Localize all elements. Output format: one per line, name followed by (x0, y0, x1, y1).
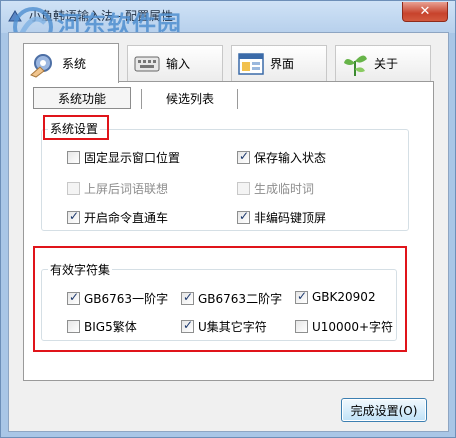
subtab-divider (141, 89, 142, 109)
checkbox-label: 生成临时词 (254, 182, 315, 196)
checkbox-fixed-window-position[interactable]: 固定显示窗口位置 (67, 149, 180, 166)
tab-system-label: 系统 (62, 57, 87, 71)
checkbox-box[interactable] (67, 151, 80, 164)
charset-title: 有效字符集 (48, 261, 113, 278)
checkbox-label: GBK20902 (312, 290, 376, 304)
tab-system[interactable]: 系统 (23, 43, 119, 83)
checkbox-label: 固定显示窗口位置 (84, 151, 181, 165)
checkbox-big5[interactable]: BIG5繁体 (67, 318, 137, 335)
close-button[interactable]: ✕ (402, 2, 448, 22)
checkbox-u10000-plus[interactable]: U10000+字符 (295, 318, 393, 335)
keyboard-icon (134, 56, 160, 71)
checkbox-gbk20902[interactable]: GBK20902 (295, 289, 376, 304)
checkbox-box[interactable] (295, 320, 308, 333)
checkbox-command-shortcut[interactable]: 开启命令直通车 (67, 209, 168, 226)
client-area: 系统 输入 界面 关于 系统功能 候选列表 系统设置 固定显示窗口位置 ✓ 保存… (8, 32, 449, 432)
checkbox-non-code-key-commit[interactable]: 非编码键顶屏 (237, 209, 326, 226)
checkbox-label: 保存输入状态 (254, 151, 327, 165)
checkbox-gb6763-level1[interactable]: GB6763一阶字 (67, 290, 168, 307)
tab-interface[interactable]: 界面 (231, 45, 327, 81)
window-icon (238, 52, 264, 75)
checkbox-box[interactable] (67, 209, 80, 224)
tab-interface-label: 界面 (270, 57, 295, 71)
checkbox-box[interactable] (237, 209, 250, 224)
checkbox-label: U10000+字符 (312, 320, 394, 334)
checkbox-box[interactable] (181, 290, 194, 305)
checkbox-box[interactable] (295, 289, 308, 304)
checkbox-box[interactable] (181, 318, 194, 333)
title-bar[interactable]: 小鱼韩语输入法 - 配置属性 ✕ (1, 1, 455, 33)
window-title: 小鱼韩语输入法 - 配置属性 (29, 9, 173, 23)
tab-about[interactable]: 关于 (335, 45, 431, 81)
checkbox-label: GB6763二阶字 (198, 292, 283, 306)
checkbox-box[interactable] (67, 320, 80, 333)
checkbox-label: 开启命令直通车 (84, 211, 169, 225)
subtab-system-functions[interactable]: 系统功能 (33, 87, 131, 109)
tab-about-label: 关于 (374, 57, 399, 71)
checkbox-word-association[interactable]: 上屏后词语联想 (67, 180, 168, 197)
checkbox-box[interactable] (237, 182, 250, 195)
subtab-candidate-list-label: 候选列表 (165, 91, 214, 106)
checkbox-unicode-other[interactable]: U集其它字符 (181, 318, 267, 335)
subtab-candidate-list[interactable]: 候选列表 (143, 87, 237, 109)
checkbox-gb6763-level2[interactable]: GB6763二阶字 (181, 290, 282, 307)
checkbox-temp-words[interactable]: 生成临时词 (237, 180, 314, 197)
tab-input[interactable]: 输入 (127, 45, 223, 81)
tab-input-label: 输入 (166, 57, 191, 71)
done-button[interactable]: 完成设置(O) (341, 398, 427, 422)
gear-hand-icon (30, 53, 52, 78)
checkbox-box[interactable] (237, 149, 250, 164)
checkbox-save-input-state[interactable]: 保存输入状态 (237, 149, 326, 166)
checkbox-box[interactable] (67, 290, 80, 305)
system-settings-title: 系统设置 (48, 120, 101, 137)
subtab-system-functions-label: 系统功能 (57, 91, 106, 106)
checkbox-label: 上屏后词语联想 (84, 182, 169, 196)
config-window: 小鱼韩语输入法 - 配置属性 ✕ 河东软件园 www.pc0359.cn 系统 (0, 0, 456, 438)
checkbox-label: BIG5繁体 (84, 320, 137, 334)
checkbox-box[interactable] (67, 182, 80, 195)
checkbox-label: GB6763一阶字 (84, 292, 169, 306)
checkbox-label: U集其它字符 (198, 320, 267, 334)
app-icon (8, 10, 22, 22)
plant-icon (344, 54, 367, 76)
subtab-divider (237, 89, 238, 109)
checkbox-label: 非编码键顶屏 (254, 211, 327, 225)
